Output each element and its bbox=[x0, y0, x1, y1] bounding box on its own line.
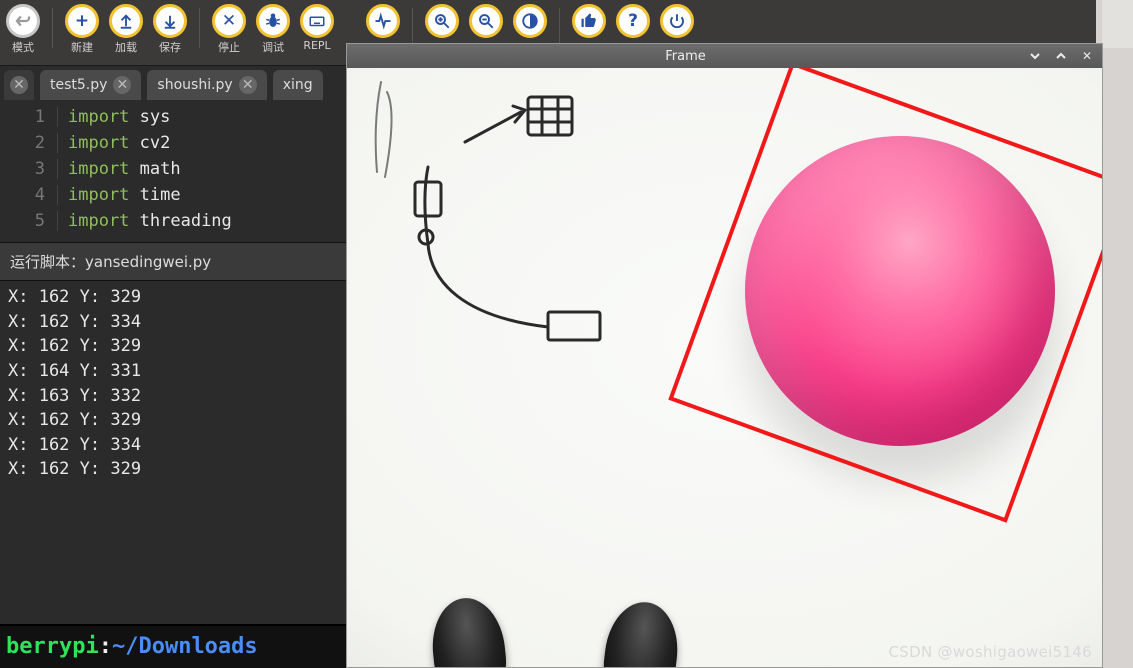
line-number: 3 bbox=[0, 159, 58, 179]
line-number: 1 bbox=[0, 107, 58, 127]
tab-label: test5.py bbox=[50, 77, 107, 93]
stop-button[interactable]: ✕ 停止 bbox=[210, 4, 248, 55]
bug-icon bbox=[256, 4, 290, 38]
camera-foot-left bbox=[428, 595, 511, 667]
line-number: 4 bbox=[0, 185, 58, 205]
mode-label: 模式 bbox=[12, 39, 34, 55]
frame-image: CSDN @woshigaowei5146 bbox=[347, 68, 1102, 667]
repl-label: REPL bbox=[303, 39, 330, 52]
code-line: 2import cv2 bbox=[0, 130, 356, 156]
thumb-up-icon bbox=[572, 4, 606, 38]
detection-box bbox=[668, 68, 1102, 523]
zoom-out-button[interactable] bbox=[467, 4, 505, 38]
help-icon: ? bbox=[616, 4, 650, 38]
help-button[interactable]: ? bbox=[614, 4, 652, 38]
toolbar-separator bbox=[199, 8, 200, 48]
mode-button[interactable]: 模式 bbox=[4, 4, 42, 55]
save-label: 保存 bbox=[159, 39, 181, 55]
minimize-button[interactable] bbox=[1026, 48, 1044, 64]
arrow-return-icon bbox=[6, 4, 40, 38]
console-line: X: 163 Y: 332 bbox=[8, 384, 348, 409]
watermark: CSDN @woshigaowei5146 bbox=[889, 643, 1093, 661]
tab-label: shoushi.py bbox=[157, 77, 232, 93]
tab-close-left[interactable]: ✕ bbox=[4, 70, 34, 100]
close-button[interactable]: ✕ bbox=[1078, 48, 1096, 64]
console-line: X: 162 Y: 329 bbox=[8, 457, 348, 482]
new-button[interactable]: + 新建 bbox=[63, 4, 101, 55]
code-line: 5import threading bbox=[0, 208, 356, 234]
repl-button[interactable]: REPL bbox=[298, 4, 336, 55]
tab-bar: ✕ test5.py ✕ shoushi.py ✕ xing bbox=[0, 66, 356, 100]
toolbar-separator bbox=[412, 8, 413, 48]
pulse-icon bbox=[366, 4, 400, 38]
console-line: X: 162 Y: 334 bbox=[8, 310, 348, 335]
tab-label: xing bbox=[283, 77, 313, 93]
close-icon[interactable]: ✕ bbox=[113, 76, 131, 94]
console-line: X: 164 Y: 331 bbox=[8, 359, 348, 384]
ide-panel: 模式 + 新建 加载 保存 ✕ 停止 调试 bbox=[0, 0, 356, 668]
terminal-sep: : bbox=[99, 634, 112, 659]
console-output: X: 162 Y: 329 X: 162 Y: 334 X: 162 Y: 32… bbox=[0, 281, 356, 486]
console-line: X: 162 Y: 329 bbox=[8, 408, 348, 433]
code-line: 1import sys bbox=[0, 104, 356, 130]
tab-shoushi[interactable]: shoushi.py ✕ bbox=[147, 70, 266, 100]
line-number: 5 bbox=[0, 211, 58, 231]
tab-test5[interactable]: test5.py ✕ bbox=[40, 70, 141, 100]
save-button[interactable]: 保存 bbox=[151, 4, 189, 55]
stop-label: 停止 bbox=[218, 39, 240, 55]
code-line: 4import time bbox=[0, 182, 356, 208]
keyboard-icon bbox=[300, 4, 334, 38]
terminal-host: berrypi bbox=[6, 634, 99, 659]
debug-button[interactable]: 调试 bbox=[254, 4, 292, 55]
console-line: X: 162 Y: 334 bbox=[8, 433, 348, 458]
plus-icon: + bbox=[65, 4, 99, 38]
upload-icon bbox=[109, 4, 143, 38]
terminal[interactable]: berrypi:~/Downloads bbox=[0, 624, 356, 668]
ide-spacer bbox=[0, 486, 356, 624]
new-label: 新建 bbox=[71, 39, 93, 55]
right-margin bbox=[1102, 0, 1133, 48]
zoom-out-icon bbox=[469, 4, 503, 38]
power-icon bbox=[660, 4, 694, 38]
contrast-icon bbox=[513, 4, 547, 38]
x-icon: ✕ bbox=[212, 4, 246, 38]
camera-foot-right bbox=[599, 598, 683, 667]
power-button[interactable] bbox=[658, 4, 696, 38]
debug-label: 调试 bbox=[262, 39, 284, 55]
maximize-button[interactable] bbox=[1052, 48, 1070, 64]
close-icon: ✕ bbox=[10, 76, 28, 94]
terminal-path: ~/Downloads bbox=[112, 634, 258, 659]
tab-xing[interactable]: xing bbox=[273, 70, 323, 100]
console-header: 运行脚本：yansedingwei.py bbox=[0, 242, 356, 281]
load-button[interactable]: 加载 bbox=[107, 4, 145, 55]
console-header-script: yansedingwei.py bbox=[85, 253, 211, 271]
close-icon[interactable]: ✕ bbox=[239, 76, 257, 94]
whiteboard-sketch bbox=[353, 72, 633, 372]
toolbar-separator bbox=[52, 8, 53, 48]
code-editor[interactable]: 1import sys 2import cv2 3import math 4im… bbox=[0, 100, 356, 242]
console-line: X: 162 Y: 329 bbox=[8, 334, 348, 359]
frame-title-text: Frame bbox=[353, 49, 1018, 64]
frame-titlebar[interactable]: Frame ✕ bbox=[347, 44, 1102, 68]
download-icon bbox=[153, 4, 187, 38]
toolbar: 模式 + 新建 加载 保存 ✕ 停止 调试 bbox=[0, 0, 356, 66]
console-line: X: 162 Y: 329 bbox=[8, 285, 348, 310]
load-label: 加载 bbox=[115, 39, 137, 55]
zoom-in-icon bbox=[425, 4, 459, 38]
line-number: 2 bbox=[0, 133, 58, 153]
pulse-button[interactable] bbox=[364, 4, 402, 38]
frame-window: Frame ✕ CSDN @woshigaowei514 bbox=[346, 43, 1103, 668]
zoom-in-button[interactable] bbox=[423, 4, 461, 38]
contrast-button[interactable] bbox=[511, 4, 549, 38]
thumb-up-button[interactable] bbox=[570, 4, 608, 38]
toolbar-separator bbox=[559, 8, 560, 48]
code-line: 3import math bbox=[0, 156, 356, 182]
console-header-prefix: 运行脚本： bbox=[10, 253, 85, 271]
